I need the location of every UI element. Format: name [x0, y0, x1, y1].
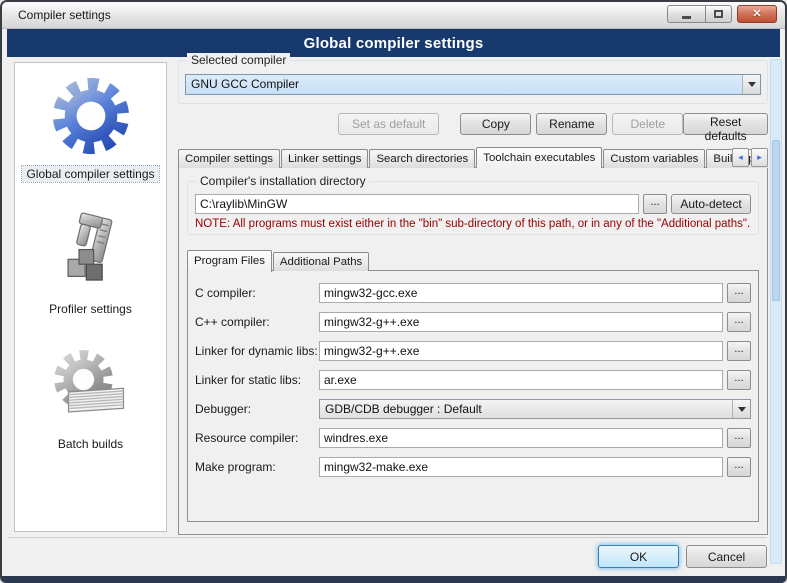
dialog-header: Global compiler settings: [7, 29, 780, 57]
tab-custom-variables[interactable]: Custom variables: [603, 149, 705, 168]
selected-compiler-value: GNU GCC Compiler: [186, 75, 742, 94]
dialog-footer: OK Cancel: [8, 537, 767, 568]
linker-static-input[interactable]: [319, 370, 723, 390]
sidebar-item-profiler-settings[interactable]: Profiler settings: [45, 212, 136, 317]
program-files-panel: C compiler: ... C++ compiler: ... Linker…: [187, 270, 759, 522]
gear-papers-icon: [51, 347, 131, 432]
cpp-compiler-label: C++ compiler:: [195, 315, 319, 329]
close-button[interactable]: ✕: [737, 5, 777, 23]
browse-directory-button[interactable]: ...: [643, 194, 667, 214]
linker-dynamic-label: Linker for dynamic libs:: [195, 344, 319, 358]
rename-button[interactable]: Rename: [536, 113, 607, 135]
make-program-row: Make program: ...: [195, 457, 751, 477]
blue-gear-icon: [51, 75, 131, 162]
tab-compiler-settings[interactable]: Compiler settings: [178, 149, 280, 168]
resource-compiler-input[interactable]: [319, 428, 723, 448]
compiler-settings-dialog: Compiler settings ✕ Global compiler sett…: [0, 0, 787, 583]
selected-compiler-dropdown[interactable]: GNU GCC Compiler: [185, 74, 761, 95]
vertical-scrollbar[interactable]: [770, 59, 782, 564]
delete-button[interactable]: Delete: [612, 113, 683, 135]
resource-compiler-browse-button[interactable]: ...: [727, 428, 751, 448]
linker-dynamic-input[interactable]: [319, 341, 723, 361]
make-program-input[interactable]: [319, 457, 723, 477]
window-controls: ✕: [667, 5, 777, 23]
installation-directory-label: Compiler's installation directory: [196, 174, 370, 188]
minimize-button[interactable]: [667, 5, 705, 23]
scrollbar-thumb[interactable]: [772, 140, 780, 301]
debugger-row: Debugger: GDB/CDB debugger : Default: [195, 399, 751, 419]
debugger-value: GDB/CDB debugger : Default: [320, 400, 732, 418]
chevron-down-icon: [742, 75, 760, 94]
window-title: Compiler settings: [18, 2, 111, 28]
tab-linker-settings[interactable]: Linker settings: [281, 149, 368, 168]
sidebar-item-label: Global compiler settings: [22, 166, 158, 182]
sidebar-item-global-compiler-settings[interactable]: Global compiler settings: [22, 75, 158, 182]
cancel-button[interactable]: Cancel: [686, 545, 767, 568]
tab-program-files[interactable]: Program Files: [187, 250, 272, 272]
linker-dynamic-row: Linker for dynamic libs: ...: [195, 341, 751, 361]
minimize-icon: [682, 16, 691, 19]
debugger-dropdown[interactable]: GDB/CDB debugger : Default: [319, 399, 751, 419]
reset-defaults-button[interactable]: Reset defaults: [683, 113, 768, 135]
close-icon: ✕: [752, 9, 761, 20]
installation-note: NOTE: All programs must exist either in …: [195, 218, 751, 230]
cpp-compiler-browse-button[interactable]: ...: [727, 312, 751, 332]
toolchain-executables-panel: Compiler's installation directory ... Au…: [178, 167, 768, 535]
programs-tabstrip: Program Files Additional Paths: [187, 249, 759, 271]
selected-compiler-group: Selected compiler GNU GCC Compiler: [178, 60, 768, 104]
c-compiler-label: C compiler:: [195, 286, 319, 300]
arrow-left-icon: ◂: [738, 152, 743, 163]
make-program-label: Make program:: [195, 460, 319, 474]
installation-directory-group: Compiler's installation directory ... Au…: [187, 181, 759, 235]
make-program-browse-button[interactable]: ...: [727, 457, 751, 477]
c-compiler-row: C compiler: ...: [195, 283, 751, 303]
c-compiler-browse-button[interactable]: ...: [727, 283, 751, 303]
settings-tabstrip: Compiler settings Linker settings Search…: [178, 146, 768, 168]
tab-additional-paths[interactable]: Additional Paths: [273, 252, 369, 271]
resource-compiler-label: Resource compiler:: [195, 431, 319, 445]
cpp-compiler-row: C++ compiler: ...: [195, 312, 751, 332]
page-title: Global compiler settings: [304, 35, 484, 52]
c-compiler-input[interactable]: [319, 283, 723, 303]
caliper-icon: [51, 212, 129, 297]
settings-sidebar: Global compiler settings: [14, 62, 167, 532]
maximize-button[interactable]: [705, 5, 732, 23]
resource-compiler-row: Resource compiler: ...: [195, 428, 751, 448]
tab-scroll-right-button[interactable]: ▸: [751, 148, 768, 167]
selected-compiler-label: Selected compiler: [187, 53, 290, 67]
copy-button[interactable]: Copy: [460, 113, 531, 135]
linker-static-row: Linker for static libs: ...: [195, 370, 751, 390]
auto-detect-button[interactable]: Auto-detect: [671, 194, 751, 214]
set-as-default-button[interactable]: Set as default: [338, 113, 439, 135]
content-area: Selected compiler GNU GCC Compiler Set a…: [178, 60, 768, 535]
titlebar[interactable]: Compiler settings ✕: [2, 2, 785, 29]
linker-static-browse-button[interactable]: ...: [727, 370, 751, 390]
sidebar-item-label: Profiler settings: [45, 301, 136, 317]
tab-search-directories[interactable]: Search directories: [369, 149, 475, 168]
linker-static-label: Linker for static libs:: [195, 373, 319, 387]
arrow-right-icon: ▸: [757, 152, 762, 163]
tab-scroll-left-button[interactable]: ◂: [732, 148, 749, 167]
sidebar-item-label: Batch builds: [54, 436, 127, 452]
compiler-toolbar: Set as default Copy Rename Delete Reset …: [178, 113, 768, 135]
linker-dynamic-browse-button[interactable]: ...: [727, 341, 751, 361]
chevron-down-icon: [732, 400, 750, 418]
ok-button[interactable]: OK: [598, 545, 679, 568]
maximize-icon: [714, 10, 723, 18]
cpp-compiler-input[interactable]: [319, 312, 723, 332]
debugger-label: Debugger:: [195, 402, 319, 416]
tab-scroll-buttons: ◂ ▸: [730, 148, 768, 167]
sidebar-item-batch-builds[interactable]: Batch builds: [51, 347, 131, 452]
installation-directory-input[interactable]: [195, 194, 639, 214]
tab-toolchain-executables[interactable]: Toolchain executables: [476, 147, 602, 168]
